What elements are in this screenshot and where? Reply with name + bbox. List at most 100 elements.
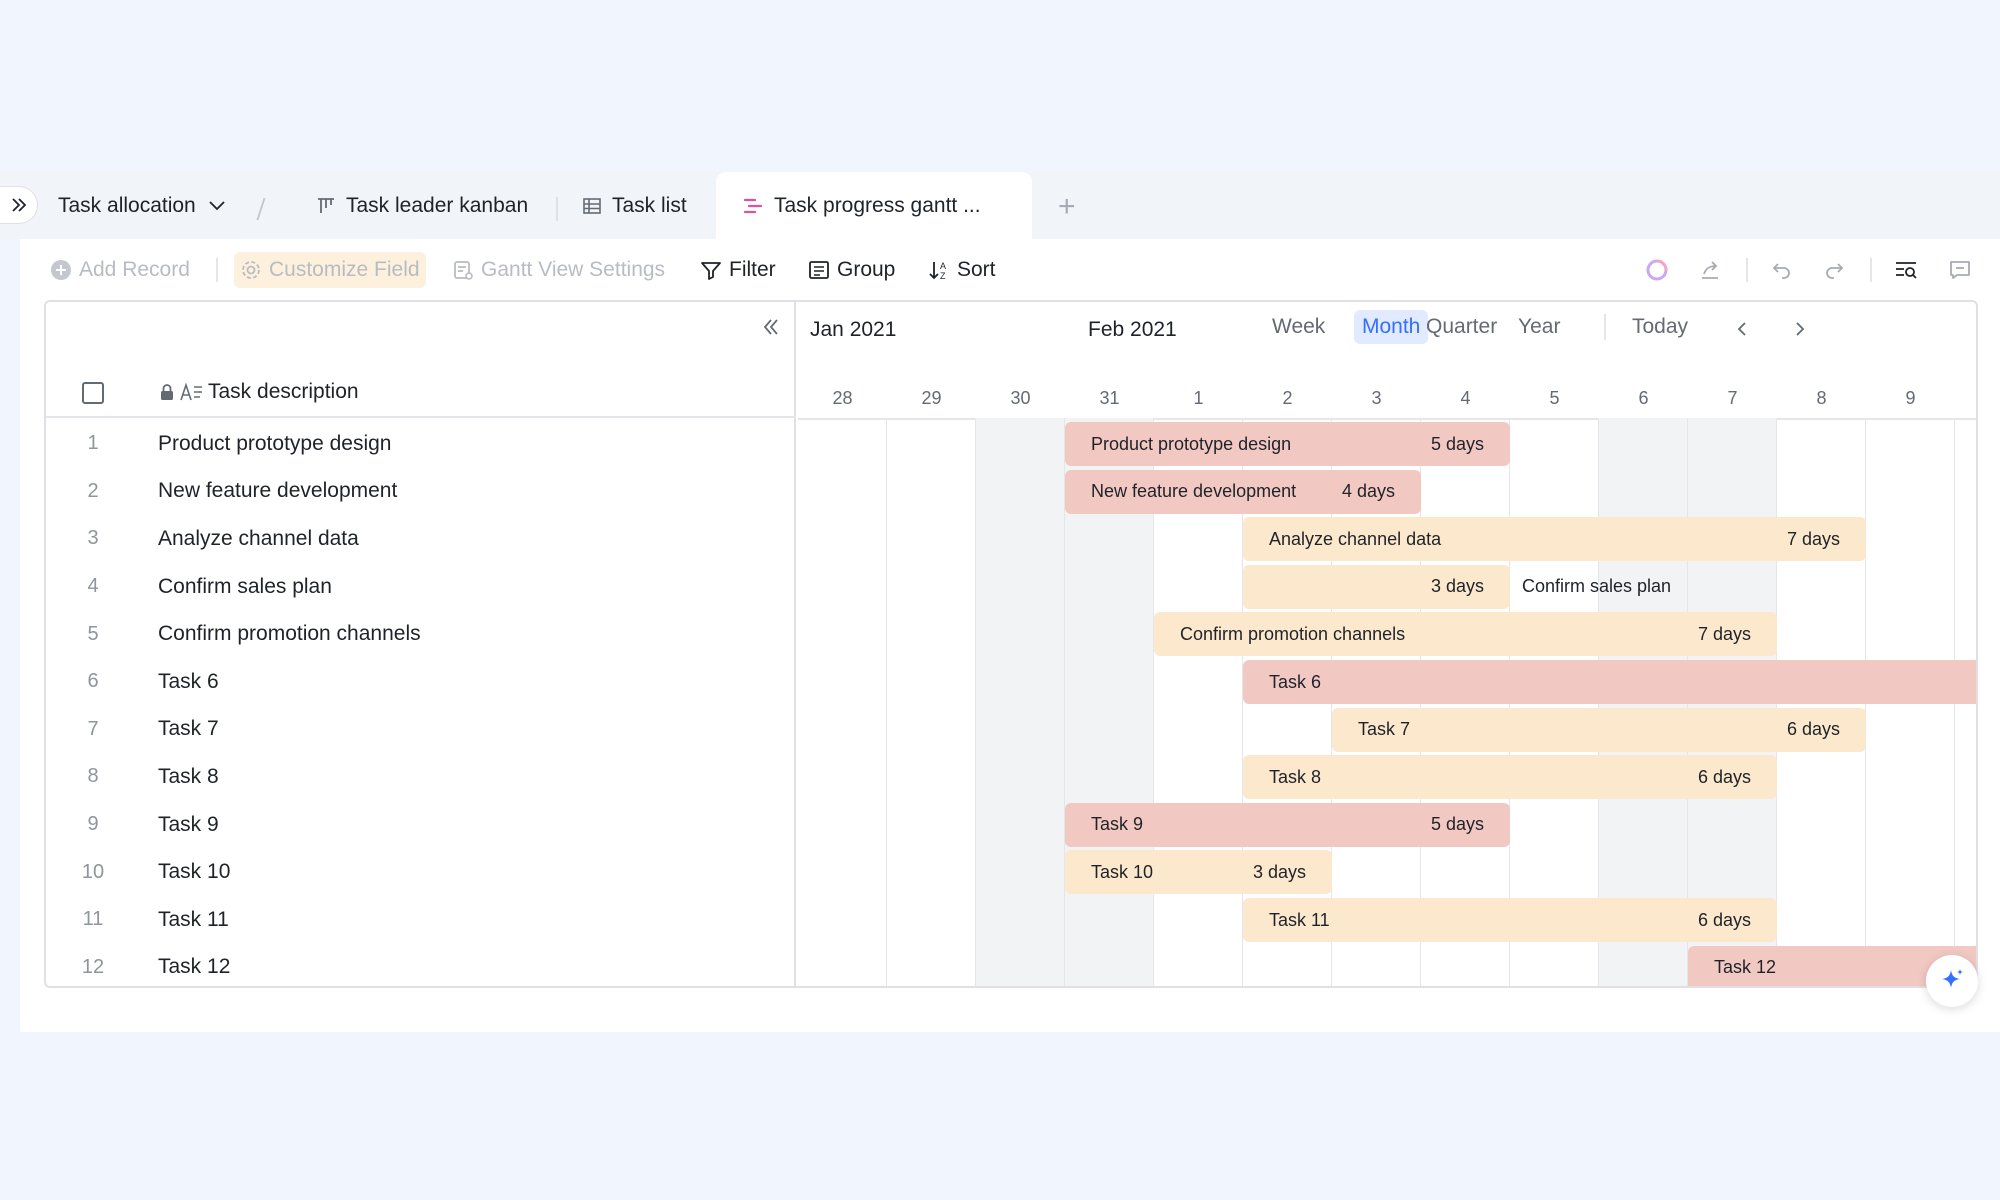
customize-field-button[interactable]: Customize Field (234, 252, 426, 288)
filter-label: Filter (729, 258, 776, 281)
next-period-button[interactable] (1782, 312, 1816, 346)
table-row[interactable]: 8 Task 8 (46, 753, 796, 801)
task-description-cell[interactable]: Task 11 (158, 908, 229, 932)
today-button[interactable]: Today (1624, 310, 1696, 344)
search-records-icon[interactable] (1894, 252, 1920, 288)
select-all-checkbox[interactable] (82, 382, 104, 404)
column-header-task-description[interactable]: Task description (158, 380, 359, 404)
group-label: Group (837, 258, 896, 281)
ai-assistant-icon[interactable] (1644, 252, 1670, 288)
gantt-bar[interactable]: Product prototype design 5 days (1065, 422, 1510, 466)
gantt-bar[interactable]: Task 10 3 days (1065, 850, 1332, 895)
group-icon (808, 259, 830, 281)
column-header-label: Task description (208, 380, 359, 403)
table-row[interactable]: 1 Product prototype design (46, 420, 796, 468)
ai-sparkle-button[interactable] (1926, 955, 1978, 1007)
filter-button[interactable]: Filter (700, 252, 776, 288)
table-row[interactable]: 10 Task 10 (46, 848, 796, 896)
task-description-cell[interactable]: Product prototype design (158, 432, 391, 456)
task-description-cell[interactable]: Analyze channel data (158, 527, 359, 551)
tab-task-list[interactable]: Task list (582, 172, 687, 239)
task-description-cell[interactable]: Task 8 (158, 765, 219, 789)
task-description-cell[interactable]: Task 6 (158, 670, 219, 694)
tab-kanban-label: Task leader kanban (346, 193, 529, 217)
share-icon[interactable] (1698, 252, 1722, 288)
chevron-left-icon (1737, 322, 1746, 336)
task-description-cell[interactable]: Confirm sales plan (158, 575, 332, 599)
scale-week-button[interactable]: Week (1264, 310, 1333, 344)
expand-sidebar-button[interactable] (0, 186, 38, 224)
task-description-cell[interactable]: Task 12 (158, 955, 230, 979)
toolbar-divider (1746, 258, 1748, 282)
redo-icon[interactable] (1822, 252, 1846, 288)
gantt-bar[interactable]: Analyze channel data 7 days (1243, 517, 1866, 562)
bar-duration: 6 days (1786, 719, 1840, 740)
gantt-bar[interactable]: Task 9 5 days (1065, 802, 1510, 847)
bar-name: New feature development (1091, 481, 1297, 502)
task-description-cell[interactable]: Task 7 (158, 717, 219, 741)
gantt-view-settings-label: Gantt View Settings (481, 258, 666, 281)
day-label: 5 (1549, 388, 1560, 408)
task-description-cell[interactable]: Task 10 (158, 860, 230, 884)
gantt-bar[interactable]: 3 days (1243, 564, 1510, 609)
kanban-icon (316, 196, 336, 216)
gantt-bar[interactable]: Task 8 6 days (1243, 755, 1777, 800)
bar-duration: 6 days (1697, 766, 1751, 787)
sparkle-icon (1942, 969, 1963, 988)
day-label: 9 (1905, 388, 1916, 408)
gantt-view-settings-button[interactable]: Gantt View Settings (452, 252, 665, 288)
bar-duration: 7 days (1697, 623, 1751, 644)
table-row[interactable]: 4 Confirm sales plan (46, 563, 796, 611)
text-field-icon (180, 382, 204, 402)
bar-duration: 3 days (1252, 861, 1306, 882)
day-label: 6 (1638, 388, 1649, 408)
svg-text:Z: Z (940, 271, 946, 281)
table-title-dropdown[interactable]: Task allocation (58, 172, 228, 239)
row-number: 10 (81, 860, 105, 883)
gantt-bar[interactable]: Task 11 6 days (1243, 898, 1777, 942)
gantt-timeline: Jan 2021 Feb 2021 Week Month Quarter Yea… (798, 302, 1976, 986)
gantt-bar[interactable]: Confirm promotion channels 7 days (1154, 612, 1777, 657)
gantt-bar[interactable]: New feature development 4 days (1065, 469, 1421, 514)
gantt-bar[interactable]: Task 6→9 (1243, 660, 1976, 704)
add-record-label: Add Record (79, 258, 190, 281)
tab-kanban[interactable]: Task leader kanban (316, 172, 528, 239)
tab-gantt-label: Task progress gantt ... (774, 193, 981, 217)
group-button[interactable]: Group (808, 252, 895, 288)
day-label: 30 (1010, 388, 1031, 408)
comment-icon[interactable] (1948, 252, 1972, 288)
table-row[interactable]: 3 Analyze channel data (46, 515, 796, 563)
row-number: 5 (87, 622, 99, 645)
task-description-cell[interactable]: New feature development (158, 479, 397, 503)
lock-icon (158, 383, 176, 401)
table-row[interactable]: 12 Task 12 (46, 944, 796, 986)
scale-year-button[interactable]: Year (1510, 310, 1568, 344)
table-row[interactable]: 7 Task 7 (46, 706, 796, 754)
bar-name: Task 10 (1091, 861, 1154, 882)
filter-icon (700, 259, 722, 281)
add-view-button[interactable]: + (1058, 190, 1076, 224)
task-description-cell[interactable]: Confirm promotion channels (158, 622, 421, 646)
gantt-bar[interactable]: Task 7 6 days (1332, 707, 1866, 752)
double-chevron-right-icon (11, 198, 26, 212)
record-table: Task description 1 Product prototype desi… (46, 302, 796, 986)
table-row[interactable]: 9 Task 9 (46, 801, 796, 849)
collapse-table-button[interactable] (760, 316, 782, 343)
sort-button[interactable]: AZ Sort (928, 252, 996, 288)
undo-icon[interactable] (1770, 252, 1794, 288)
scale-quarter-button[interactable]: Quarter (1418, 310, 1505, 344)
tab-divider (556, 197, 558, 221)
add-record-button[interactable]: Add Record (50, 252, 190, 288)
prev-period-button[interactable] (1726, 312, 1760, 346)
tab-gantt[interactable]: Task progress gantt ... (716, 172, 1032, 239)
table-row[interactable]: 5 Confirm promotion channels (46, 610, 796, 658)
task-description-cell[interactable]: Task 9 (158, 813, 219, 837)
day-column (887, 418, 976, 986)
table-row[interactable]: 2 New feature development (46, 468, 796, 516)
table-row[interactable]: 11 Task 11 (46, 896, 796, 944)
table-row[interactable]: 6 Task 6 (46, 658, 796, 706)
bar-name: Confirm promotion channels (1180, 623, 1406, 644)
row-number: 12 (81, 955, 105, 978)
day-label: 4 (1460, 388, 1471, 408)
svg-text:A: A (940, 261, 946, 271)
